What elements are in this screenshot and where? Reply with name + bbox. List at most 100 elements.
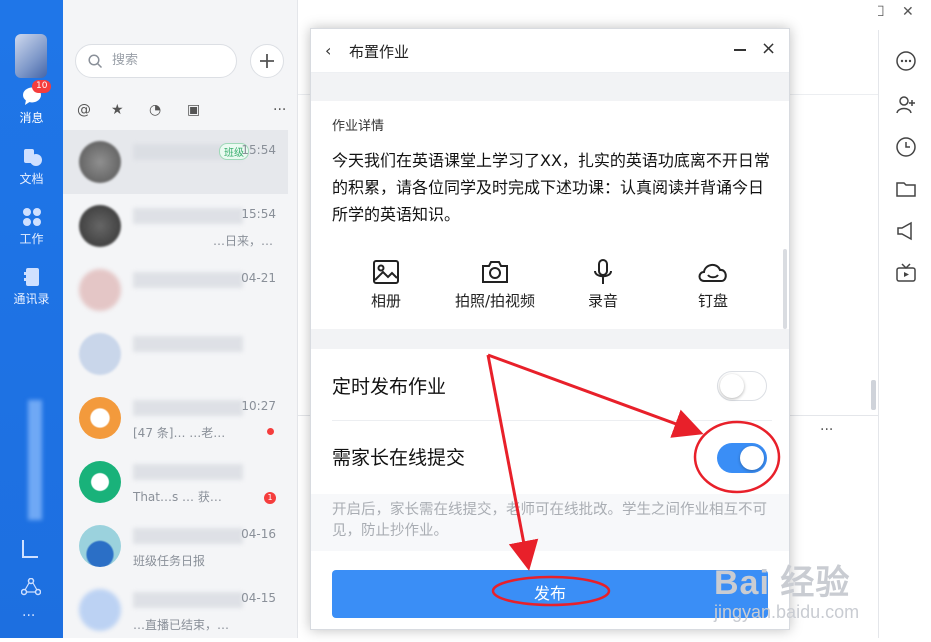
blurred-name [133, 592, 243, 608]
blurred-name [133, 464, 243, 480]
timestamp: 04-21 [241, 271, 276, 285]
folder-icon[interactable] [895, 178, 917, 200]
right-tool-rail [878, 30, 931, 638]
messages-badge: 10 [32, 80, 52, 93]
album-label: 相册 [370, 292, 401, 310]
live-tv-icon[interactable] [895, 262, 917, 284]
last-message-preview: 班级任务日报 [133, 554, 206, 568]
header-spacer [311, 73, 789, 101]
history-clock-icon[interactable] [895, 136, 917, 158]
add-button[interactable] [250, 44, 284, 78]
add-member-icon[interactable] [895, 94, 917, 116]
watermark-url: jingyan.baidu.com [714, 602, 860, 622]
timestamp: 04-16 [241, 527, 276, 541]
last-message-preview: …直播已结束，… [133, 618, 230, 632]
list-item[interactable]: 04-15 …直播已结束，… [63, 578, 288, 642]
dialog-scrollbar[interactable] [783, 249, 787, 329]
star-icon[interactable]: ★ [111, 102, 124, 118]
blurred-name [133, 336, 243, 352]
list-item[interactable] [63, 322, 288, 386]
avatar [79, 205, 121, 247]
list-item[interactable]: 班级 15:54 [63, 130, 288, 194]
dingpan-label: 钉盘 [697, 292, 728, 310]
last-message-preview: [47 条]… …老… [133, 426, 226, 440]
at-mention-icon[interactable]: @ [77, 102, 91, 118]
blurred-name [133, 208, 243, 224]
blurred-name [133, 400, 243, 416]
search-input[interactable]: 搜索 [75, 44, 237, 78]
assign-homework-dialog: ‹ 布置作业 × 作业详情 今天我们在英语课堂上学习了XX，扎实的英语功底离不开… [310, 28, 790, 630]
list-item[interactable]: 10:27 [47 条]… …老… [63, 386, 288, 450]
rail-share-icon[interactable] [21, 578, 41, 596]
timestamp: 15:54 [241, 143, 276, 157]
avatar [79, 269, 121, 311]
nav-work[interactable]: 工作 [0, 207, 63, 247]
record-label: 录音 [587, 292, 618, 310]
list-filter-bar: @ ★ ◔ ▣ ··· [75, 102, 290, 122]
last-message-preview: …日来，… [213, 234, 274, 248]
blurred-name [133, 528, 243, 544]
toggle-knob [740, 446, 764, 470]
nav-contacts[interactable]: 通讯录 [0, 267, 63, 307]
homework-detail-text[interactable]: 今天我们在英语课堂上学习了XX，扎实的英语功底离不开日常的积累，请各位同学及时完… [332, 147, 772, 228]
list-item[interactable]: That…s … 获… 1 [63, 450, 288, 514]
more-options-icon[interactable] [895, 50, 917, 72]
rail-more-icon[interactable]: ··· [22, 608, 35, 624]
unread-count-badge: 1 [264, 492, 276, 504]
dialog-header: ‹ 布置作业 × [311, 29, 789, 73]
album-button[interactable]: 相册 [336, 259, 436, 311]
avatar [79, 141, 121, 183]
conversation-list: 搜索 @ ★ ◔ ▣ ··· 班级 15:54 15:54 …日来，… 04-2… [63, 0, 356, 638]
camera-button[interactable]: 拍照/拍视频 [445, 259, 545, 311]
list-item[interactable]: 04-21 [63, 258, 288, 322]
parent-submit-label: 需家长在线提交 [332, 447, 466, 469]
minimize-dialog-icon[interactable] [734, 49, 746, 51]
parent-submit-hint: 开启后，家长需在线提交，老师可在线批改。学生之间作业相互不可见，防止抄作业。 [332, 502, 767, 539]
avatar [79, 589, 121, 631]
archive-icon[interactable]: ▣ [187, 102, 200, 118]
chat-scrollbar[interactable] [871, 380, 876, 410]
record-button[interactable]: 录音 [553, 259, 653, 311]
list-item[interactable]: 15:54 …日来，… [63, 194, 288, 258]
dingpan-button[interactable]: 钉盘 [663, 259, 763, 311]
section-separator [311, 329, 789, 349]
scheduled-publish-label: 定时发布作业 [332, 376, 447, 398]
image-icon [373, 260, 399, 284]
avatar [79, 525, 121, 567]
options-divider [332, 420, 772, 421]
search-icon [88, 54, 103, 69]
parent-submit-toggle[interactable] [717, 443, 767, 473]
publish-button[interactable]: 发布 [332, 570, 768, 618]
blurred-rail-item [28, 400, 42, 520]
avatar [79, 461, 121, 503]
announcement-icon[interactable] [895, 220, 917, 242]
camera-label: 拍照/拍视频 [454, 292, 536, 310]
user-avatar[interactable] [15, 34, 47, 78]
watermark-brand: Bai 经验 [714, 564, 851, 602]
list-item[interactable]: 04-16 班级任务日报 [63, 514, 288, 578]
dialog-title: 布置作业 [349, 43, 410, 61]
plus-icon [260, 54, 274, 68]
nav-docs[interactable]: 文档 [0, 147, 63, 187]
nav-contacts-label: 通讯录 [13, 292, 50, 306]
search-placeholder: 搜索 [112, 53, 139, 68]
cloud-drive-icon [698, 264, 727, 282]
docs-icon [23, 149, 42, 166]
scheduled-publish-toggle[interactable] [717, 371, 767, 401]
homework-detail-label: 作业详情 [332, 119, 385, 134]
blurred-name [133, 272, 243, 288]
last-message-preview: That…s … 获… [133, 490, 222, 504]
rail-bottom-square-icon[interactable] [22, 540, 38, 558]
more-filters-icon[interactable]: ··· [273, 102, 286, 118]
contacts-icon [23, 268, 39, 286]
timestamp: 10:27 [241, 399, 276, 413]
close-window-icon[interactable]: ✕ [902, 4, 914, 20]
timestamp: 15:54 [241, 207, 276, 221]
avatar [79, 333, 121, 375]
composer-more-icon[interactable]: ··· [820, 422, 833, 438]
toggle-knob [720, 374, 744, 398]
close-dialog-icon[interactable]: × [761, 38, 776, 59]
nav-messages[interactable]: 10 消息 [0, 80, 63, 126]
back-chevron-icon[interactable]: ‹ [325, 41, 331, 60]
recent-clock-icon[interactable]: ◔ [149, 102, 161, 118]
